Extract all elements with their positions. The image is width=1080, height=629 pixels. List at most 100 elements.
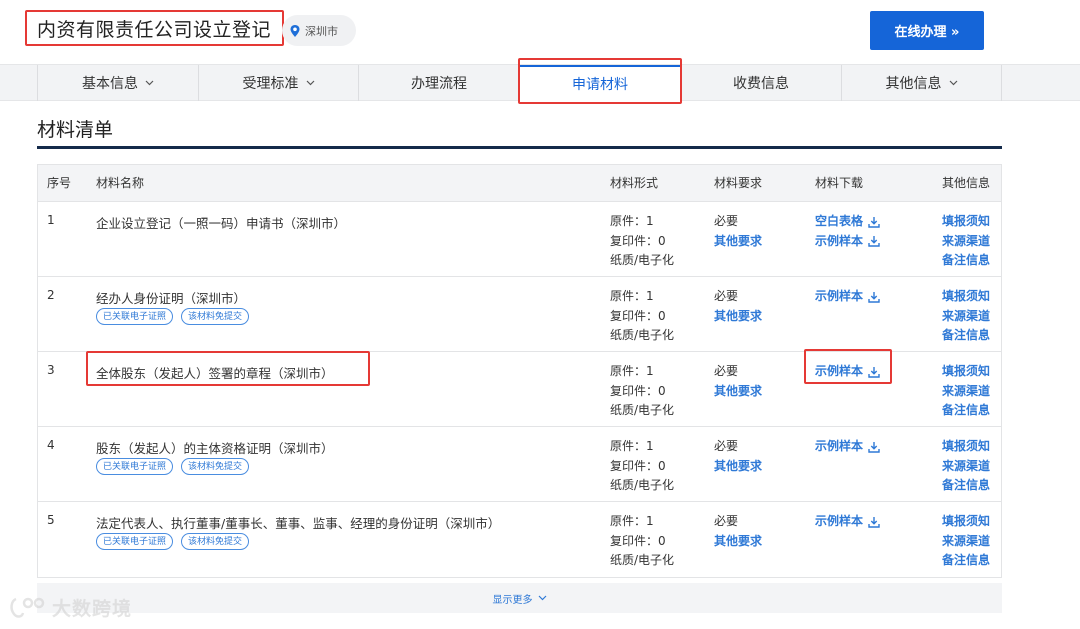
sample-download-link[interactable]: 示例样本 [815,362,880,382]
e-license-tag[interactable]: 已关联电子证照 [96,533,174,550]
tab-acceptance-criteria[interactable]: 受理标准 [198,65,358,101]
exempt-tag[interactable]: 该材料免提交 [181,308,250,325]
material-form: 原件：1 复印件：0 纸质/电子化 [610,362,674,421]
material-name: 企业设立登记（一照一码）申请书（深圳市） [96,216,347,231]
header-form: 材料形式 [610,176,659,190]
material-requirement: 必要 其他要求 [714,212,762,251]
fill-guide-link[interactable]: 填报须知 [942,287,990,307]
material-download: 示例样本 [815,362,880,382]
material-other-info: 填报须知 来源渠道 备注信息 [942,362,990,421]
location-pin-icon [290,24,300,37]
material-name: 经办人身份证明（深圳市） [96,291,247,306]
fill-guide-link[interactable]: 填报须知 [942,512,990,532]
material-form: 原件：1 复印件：0 纸质/电子化 [610,212,674,271]
section-title: 材料清单 [37,119,114,141]
fill-guide-link[interactable]: 填报须知 [942,437,990,457]
material-requirement: 必要 其他要求 [714,437,762,476]
download-icon [868,236,880,247]
material-form: 原件：1 复印件：0 纸质/电子化 [610,512,674,571]
other-requirements-link[interactable]: 其他要求 [714,307,762,327]
other-requirements-link[interactable]: 其他要求 [714,232,762,252]
form-line: 纸质/电子化 [610,403,675,417]
header-seq: 序号 [47,176,72,190]
table-body: 1 企业设立登记（一照一码）申请书（深圳市） 原件：1 复印件：0 纸质/电子化 必要 其他… [38,202,1001,577]
section-divider [37,146,1002,149]
material-name: 全体股东（发起人）签署的章程（深圳市） [96,366,334,381]
sample-download-link[interactable]: 示例样本 [815,287,880,307]
table-row: 4 股东（发起人）的主体资格证明（深圳市） 已关联电子证照 该材料免提交 原件：1 复印件… [38,427,1001,502]
other-requirements-link[interactable]: 其他要求 [714,532,762,552]
table-row: 3 全体股东（发起人）签署的章程（深圳市） 原件：1 复印件：0 纸质/电子化 必要 其他要… [38,352,1001,427]
source-channel-link[interactable]: 来源渠道 [942,457,990,477]
sample-download-link[interactable]: 示例样本 [815,437,880,457]
e-license-tag[interactable]: 已关联电子证照 [96,458,174,475]
material-name: 股东（发起人）的主体资格证明（深圳市） [96,441,334,456]
header-other: 其他信息 [942,176,991,190]
tab-label: 其他信息 [885,76,942,92]
tab-other-info[interactable]: 其他信息 [841,65,1002,101]
material-requirement: 必要 其他要求 [714,362,762,401]
form-line: 复印件：0 [610,458,666,473]
sample-download-link[interactable]: 示例样本 [815,232,880,252]
material-download: 示例样本 [815,437,880,457]
tab-fees[interactable]: 收费信息 [680,65,841,101]
watermark-text: 大数跨境 [52,598,133,620]
material-download: 示例样本 [815,512,880,532]
sample-download-link[interactable]: 示例样本 [815,512,880,532]
remarks-link[interactable]: 备注信息 [942,326,990,346]
exempt-tag[interactable]: 该材料免提交 [181,533,250,550]
requirement-level: 必要 [714,289,739,303]
download-icon [868,291,880,303]
tab-label: 基本信息 [82,76,138,92]
exempt-tag[interactable]: 该材料免提交 [181,458,250,475]
row-seq: 2 [47,288,55,302]
material-name: 法定代表人、执行董事/董事长、董事、监事、经理的身份证明（深圳市） [96,516,501,531]
source-channel-link[interactable]: 来源渠道 [942,532,990,552]
other-requirements-link[interactable]: 其他要求 [714,382,762,402]
e-license-tag[interactable]: 已关联电子证照 [96,308,174,325]
tab-basic-info[interactable]: 基本信息 [37,65,198,101]
tab-process[interactable]: 办理流程 [358,65,519,101]
download-label: 示例样本 [815,233,864,248]
download-icon [868,216,880,228]
fill-guide-link[interactable]: 填报须知 [942,212,990,232]
chevron-down-icon [949,80,957,86]
location-selector[interactable]: 深圳市 [282,15,356,46]
tab-application-materials[interactable]: 申请材料 [519,65,680,101]
requirement-level: 必要 [714,364,739,378]
row-seq: 1 [47,213,55,227]
other-requirements-link[interactable]: 其他要求 [714,457,762,477]
requirement-level: 必要 [714,514,739,528]
form-line: 原件：1 [610,289,654,303]
form-line: 纸质/电子化 [610,328,675,342]
row-seq: 5 [47,513,55,527]
source-channel-link[interactable]: 来源渠道 [942,307,990,327]
online-apply-button[interactable]: 在线办理 » [870,11,984,50]
material-form: 原件：1 复印件：0 纸质/电子化 [610,437,674,496]
form-line: 复印件：0 [610,383,666,398]
material-form: 原件：1 复印件：0 纸质/电子化 [610,287,674,346]
header-name: 材料名称 [96,176,145,190]
remarks-link[interactable]: 备注信息 [942,476,990,496]
table-row: 2 经办人身份证明（深圳市） 已关联电子证照 该材料免提交 原件：1 复印件：0 纸质/电子… [38,277,1001,352]
chevron-down-icon [538,595,546,601]
show-more-button[interactable]: 显示更多 [37,583,1002,613]
blank-form-download-link[interactable]: 空白表格 [815,212,880,232]
form-line: 纸质/电子化 [610,478,675,492]
table-header: 序号 材料名称 材料形式 材料要求 材料下载 其他信息 [38,165,1001,202]
remarks-link[interactable]: 备注信息 [942,551,990,571]
source-channel-link[interactable]: 来源渠道 [942,382,990,402]
watermark-logo-icon [10,597,45,618]
material-requirement: 必要 其他要求 [714,287,762,326]
download-label: 示例样本 [815,289,864,303]
fill-guide-link[interactable]: 填报须知 [942,362,990,382]
form-line: 复印件：0 [610,533,666,548]
source-channel-link[interactable]: 来源渠道 [942,232,990,252]
form-line: 原件：1 [610,439,654,453]
remarks-link[interactable]: 备注信息 [942,401,990,421]
remarks-link[interactable]: 备注信息 [942,251,990,271]
tab-label: 办理流程 [411,76,467,92]
chevron-down-icon [306,80,314,86]
material-other-info: 填报须知 来源渠道 备注信息 [942,212,990,271]
download-label: 示例样本 [815,514,864,528]
